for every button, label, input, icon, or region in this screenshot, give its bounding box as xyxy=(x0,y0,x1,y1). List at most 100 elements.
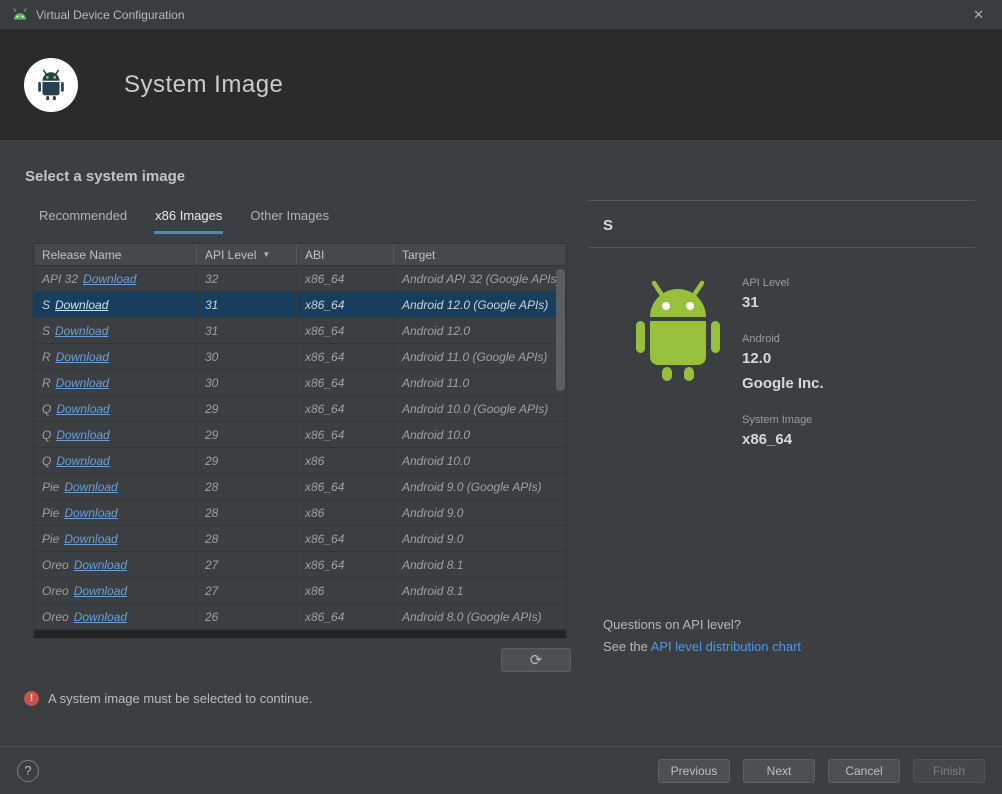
download-link[interactable]: Download xyxy=(56,402,109,416)
next-button[interactable]: Next xyxy=(743,758,815,783)
download-link[interactable]: Download xyxy=(56,428,109,442)
download-link[interactable]: Download xyxy=(56,350,109,364)
android-label: Android xyxy=(742,333,780,345)
target-cell: Android 9.0 (Google APIs) xyxy=(402,479,542,494)
release-name-cell: R Download xyxy=(34,370,197,395)
table-row[interactable]: S Download 31 x86_64 Android 12.0 xyxy=(34,318,566,344)
abi-cell: x86_64 xyxy=(297,422,394,447)
api-level-cell: 27 xyxy=(197,552,297,577)
abi-cell: x86_64 xyxy=(297,318,394,343)
abi-cell: x86_64 xyxy=(297,266,394,291)
table-row[interactable]: S Download 31 x86_64 Android 12.0 (Googl… xyxy=(34,292,566,318)
finish-button[interactable]: Finish xyxy=(913,758,985,783)
abi-cell: x86_64 xyxy=(297,604,394,629)
release-name-header-label: Release Name xyxy=(42,247,122,262)
api-level-header-label: API Level xyxy=(205,247,257,262)
table-row[interactable]: Q Download 29 x86_64 Android 10.0 xyxy=(34,422,566,448)
wizard-content: Select a system image Recommended x86 Im… xyxy=(0,140,1002,746)
download-link[interactable]: Download xyxy=(55,324,108,338)
api-distribution-chart-link[interactable]: API level distribution chart xyxy=(651,639,801,654)
release-name-text: Pie xyxy=(42,505,60,520)
table-row[interactable]: API 32 Download 32 x86_64 Android API 32… xyxy=(34,266,566,292)
download-link[interactable]: Download xyxy=(55,298,108,312)
release-name-text: Pie xyxy=(42,479,60,494)
column-header-abi[interactable]: ABI xyxy=(297,244,394,265)
table-row[interactable]: R Download 30 x86_64 Android 11.0 (Googl… xyxy=(34,344,566,370)
tab-recommended[interactable]: Recommended xyxy=(38,206,128,234)
abi-cell: x86_64 xyxy=(297,552,394,577)
api-level-cell: 30 xyxy=(197,344,297,369)
table-row[interactable]: Oreo Download 27 x86_64 Android 8.1 xyxy=(34,552,566,578)
api-level-questions: Questions on API level? See the API leve… xyxy=(603,617,801,654)
table-row[interactable]: Pie Download 28 x86_64 Android 9.0 xyxy=(34,526,566,552)
release-name-cell: Pie Download xyxy=(34,526,197,551)
close-icon[interactable]: ✕ xyxy=(967,5,990,25)
release-name-text: API 32 xyxy=(42,271,79,286)
target-cell: Android 10.0 xyxy=(402,453,471,468)
release-name-text: Pie xyxy=(42,531,60,546)
footer-buttons: Previous Next Cancel Finish xyxy=(658,758,985,783)
release-name-cell: Q Download xyxy=(34,422,197,447)
system-image-table-body: API 32 Download 32 x86_64 Android API 32… xyxy=(34,266,566,630)
abi-cell: x86_64 xyxy=(297,474,394,499)
api-level-cell: 31 xyxy=(197,318,297,343)
refresh-button[interactable]: ⟳ xyxy=(501,648,571,672)
tab-other-images[interactable]: Other Images xyxy=(249,206,330,234)
column-header-target[interactable]: Target xyxy=(394,244,566,265)
table-row[interactable]: R Download 30 x86_64 Android 11.0 xyxy=(34,370,566,396)
release-name-cell: Oreo Download xyxy=(34,604,197,629)
release-name-cell: Oreo Download xyxy=(34,578,197,603)
tab-x86-images[interactable]: x86 Images xyxy=(154,206,224,234)
table-row[interactable]: Oreo Download 26 x86_64 Android 8.0 (Goo… xyxy=(34,604,566,630)
refresh-icon: ⟳ xyxy=(529,651,543,669)
dialog-footer: ? Previous Next Cancel Finish xyxy=(0,746,1002,794)
table-row[interactable]: Q Download 29 x86 Android 10.0 xyxy=(34,448,566,474)
release-name-cell: Q Download xyxy=(34,448,197,473)
download-link[interactable]: Download xyxy=(74,610,127,624)
previous-button[interactable]: Previous xyxy=(658,758,730,783)
download-link[interactable]: Download xyxy=(64,480,117,494)
system-image-logo-circle xyxy=(24,58,78,112)
release-name-text: Q xyxy=(42,401,52,416)
download-link[interactable]: Download xyxy=(74,558,127,572)
android-app-icon xyxy=(12,7,28,23)
table-row[interactable]: Oreo Download 27 x86 Android 8.1 xyxy=(34,578,566,604)
target-cell: Android 10.0 xyxy=(402,427,471,442)
release-name-cell: Pie Download xyxy=(34,500,197,525)
table-row[interactable]: Pie Download 28 x86 Android 9.0 xyxy=(34,500,566,526)
api-level-cell: 28 xyxy=(197,526,297,551)
release-name-text: R xyxy=(42,375,51,390)
android-robot-image xyxy=(632,279,724,388)
download-link[interactable]: Download xyxy=(64,506,117,520)
download-link[interactable]: Download xyxy=(56,454,109,468)
api-level-cell: 30 xyxy=(197,370,297,395)
help-button[interactable]: ? xyxy=(17,759,39,782)
window-title: Virtual Device Configuration xyxy=(36,7,185,22)
download-link[interactable]: Download xyxy=(56,376,109,390)
table-scrollbar-thumb[interactable] xyxy=(556,269,565,391)
api-level-cell: 28 xyxy=(197,474,297,499)
target-header-label: Target xyxy=(402,247,436,262)
abi-cell: x86_64 xyxy=(297,396,394,421)
target-cell: Android 8.0 (Google APIs) xyxy=(402,609,542,624)
download-link[interactable]: Download xyxy=(83,272,136,286)
table-row[interactable]: Q Download 29 x86_64 Android 10.0 (Googl… xyxy=(34,396,566,422)
api-level-label: API Level xyxy=(742,277,790,289)
download-link[interactable]: Download xyxy=(74,584,127,598)
abi-header-label: ABI xyxy=(305,247,325,262)
target-cell: Android 9.0 xyxy=(402,531,464,546)
table-row[interactable]: Pie Download 28 x86_64 Android 9.0 (Goog… xyxy=(34,474,566,500)
select-system-image-heading: Select a system image xyxy=(25,168,186,185)
api-level-cell: 31 xyxy=(197,292,297,317)
cancel-button[interactable]: Cancel xyxy=(828,758,900,783)
api-level-cell: 29 xyxy=(197,448,297,473)
api-level-cell: 32 xyxy=(197,266,297,291)
release-name-text: S xyxy=(42,297,51,312)
download-link[interactable]: Download xyxy=(64,532,117,546)
release-name-cell: S Download xyxy=(34,292,197,317)
column-header-api-level[interactable]: API Level ▼ xyxy=(197,244,297,265)
system-image-value: x86_64 xyxy=(742,431,793,448)
release-name-text: Q xyxy=(42,453,52,468)
api-level-cell: 29 xyxy=(197,422,297,447)
column-header-release-name[interactable]: Release Name xyxy=(34,244,197,265)
